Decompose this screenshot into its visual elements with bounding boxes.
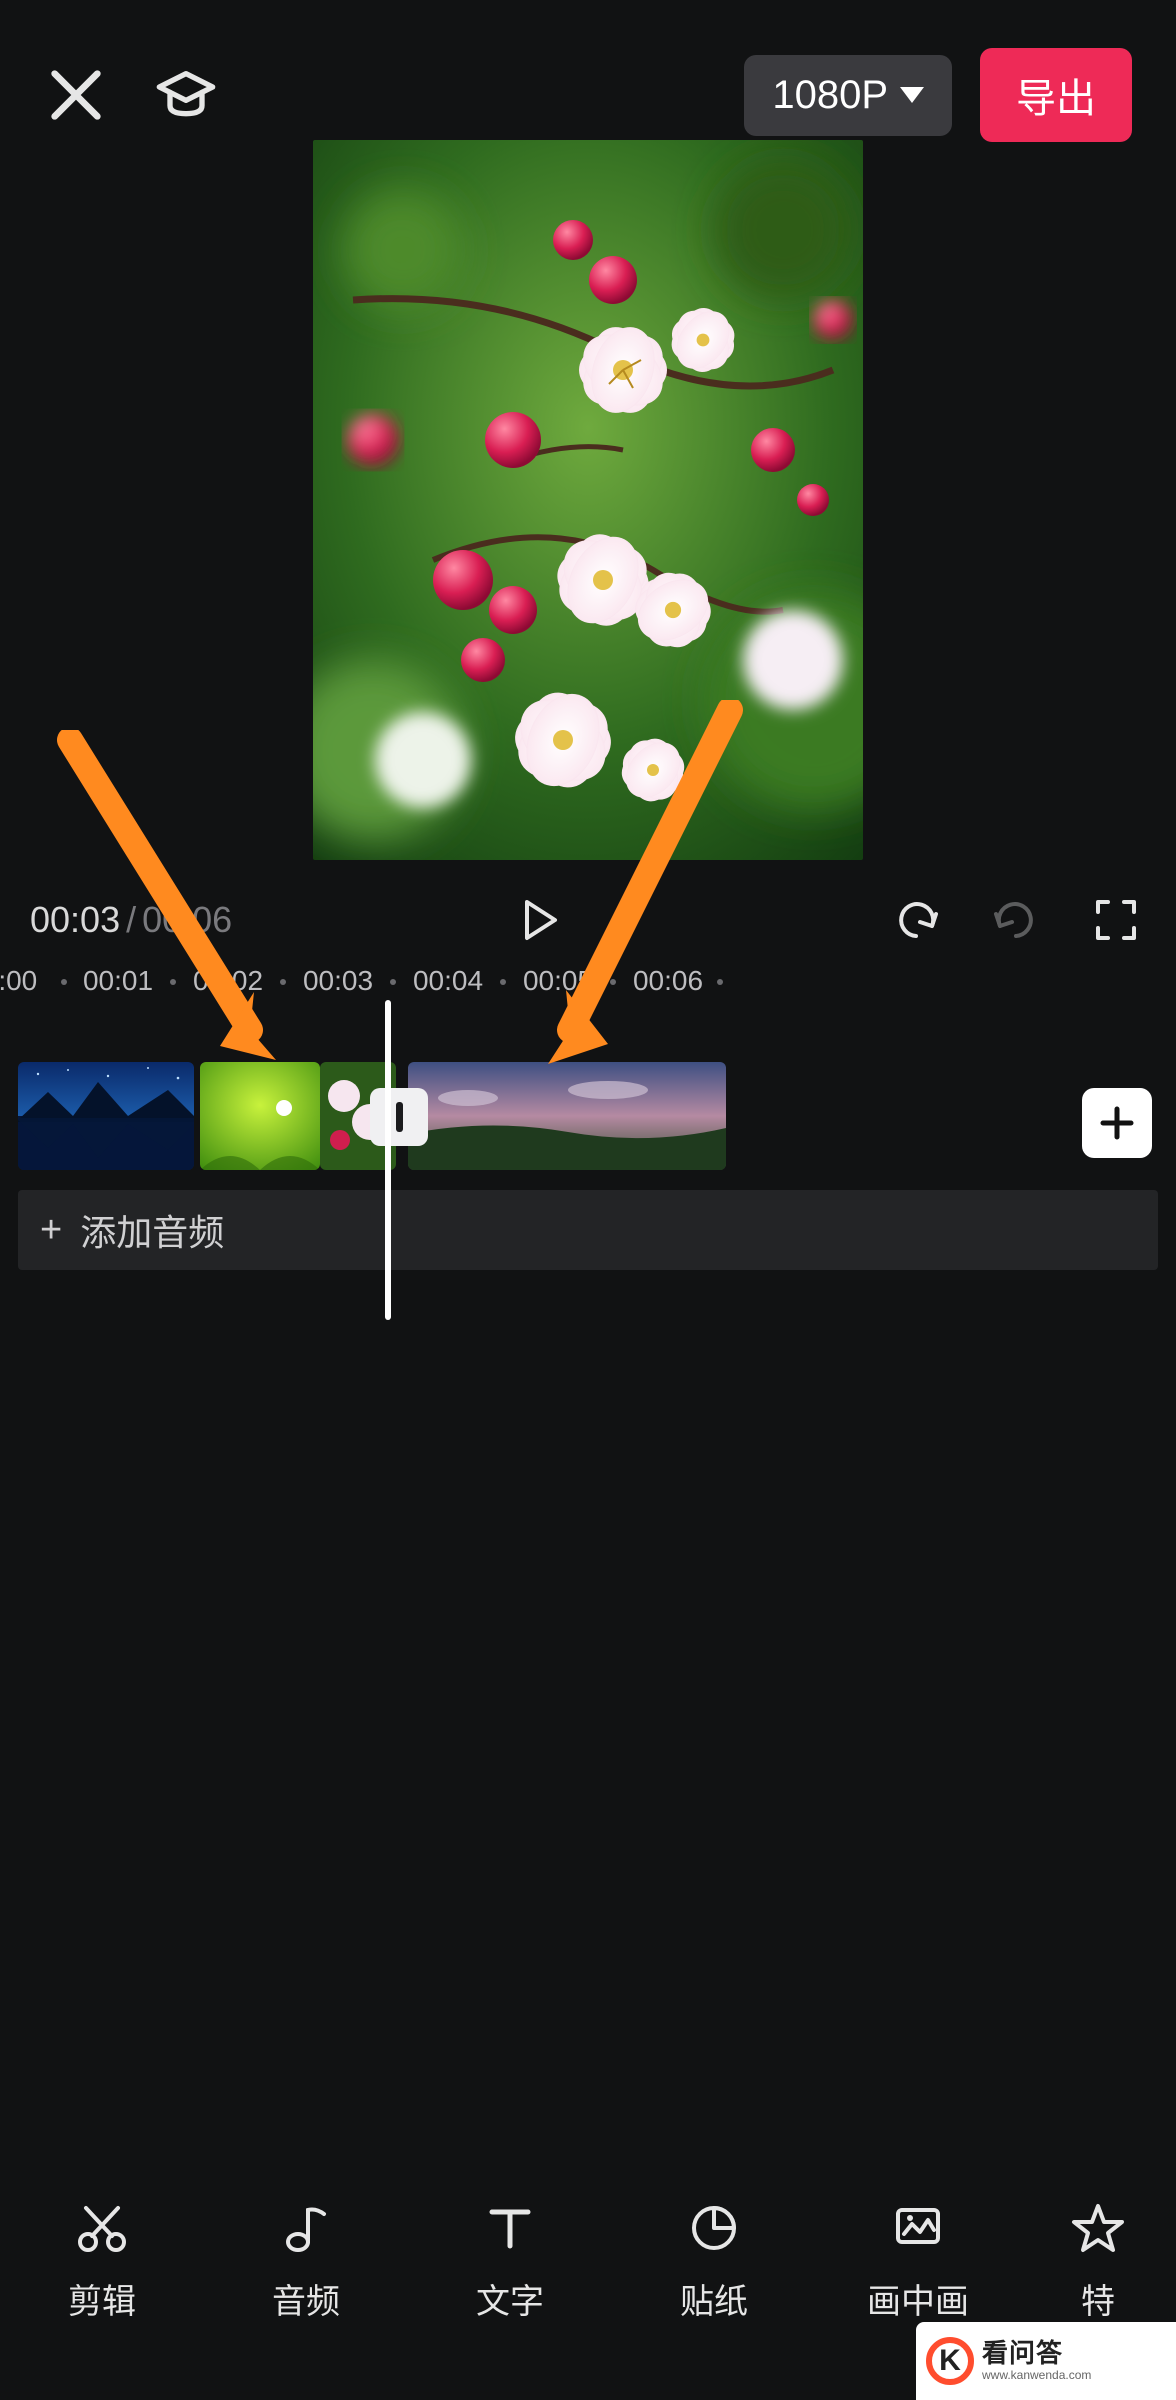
text-icon bbox=[482, 2200, 538, 2256]
tool-audio[interactable]: 音频 bbox=[204, 2200, 408, 2323]
close-button[interactable] bbox=[44, 63, 108, 127]
ruler-dot bbox=[170, 979, 176, 985]
pip-icon bbox=[890, 2200, 946, 2256]
ruler-dot bbox=[610, 979, 616, 985]
playhead[interactable] bbox=[385, 1000, 391, 1320]
export-label: 导出 bbox=[1016, 77, 1096, 121]
chevron-down-icon bbox=[900, 87, 924, 103]
watermark-title: 看问答 bbox=[982, 2340, 1091, 2366]
tutorial-button[interactable] bbox=[154, 63, 218, 127]
add-clip-button[interactable] bbox=[1082, 1088, 1152, 1158]
timeline[interactable] bbox=[0, 1062, 1176, 1182]
watermark-subtitle: www.kanwenda.com bbox=[982, 2368, 1091, 2382]
ruler-dot bbox=[500, 979, 506, 985]
add-audio-track[interactable]: + 添加音频 bbox=[18, 1190, 1158, 1270]
tool-effect-label: 特 bbox=[1081, 2274, 1115, 2323]
time-separator: / bbox=[126, 899, 136, 941]
ruler-tick: 00:06 bbox=[633, 965, 703, 997]
tool-text-label: 文字 bbox=[476, 2274, 544, 2323]
export-button[interactable]: 导出 bbox=[980, 48, 1132, 142]
tool-edit-label: 剪辑 bbox=[68, 2274, 136, 2323]
resolution-selector[interactable]: 1080P bbox=[744, 55, 952, 136]
tool-effect[interactable]: 特 bbox=[1020, 2200, 1176, 2323]
ruler-tick: 0:00 bbox=[0, 965, 37, 997]
plus-icon: + bbox=[40, 1211, 62, 1249]
transition-icon bbox=[396, 1102, 403, 1132]
ruler-tick: 00:02 bbox=[193, 965, 263, 997]
tool-sticker[interactable]: 贴纸 bbox=[612, 2200, 816, 2323]
tool-sticker-label: 贴纸 bbox=[680, 2274, 748, 2323]
tool-pip[interactable]: 画中画 bbox=[816, 2200, 1020, 2323]
close-icon bbox=[44, 63, 108, 127]
undo-icon bbox=[892, 896, 940, 944]
tool-edit[interactable]: 剪辑 bbox=[0, 2200, 204, 2323]
ruler-dot bbox=[280, 979, 286, 985]
sticker-icon bbox=[686, 2200, 742, 2256]
note-icon bbox=[278, 2200, 334, 2256]
watermark: K 看问答 www.kanwenda.com bbox=[916, 2322, 1176, 2400]
redo-icon bbox=[992, 896, 1040, 944]
resolution-label: 1080P bbox=[772, 73, 888, 118]
fullscreen-icon bbox=[1092, 896, 1140, 944]
ruler-dot bbox=[717, 979, 723, 985]
play-icon bbox=[515, 896, 563, 944]
tool-audio-label: 音频 bbox=[272, 2274, 340, 2323]
ruler-tick: 00:05 bbox=[523, 965, 593, 997]
watermark-logo-icon: K bbox=[926, 2337, 974, 2385]
timeline-ruler[interactable]: 0:00 00:01 00:02 00:03 00:04 00:05 00:06 bbox=[0, 965, 1176, 1011]
tool-text[interactable]: 文字 bbox=[408, 2200, 612, 2323]
transition-button[interactable] bbox=[370, 1088, 428, 1146]
scissors-icon bbox=[74, 2200, 130, 2256]
clip-2[interactable] bbox=[200, 1062, 320, 1170]
total-time: 00:06 bbox=[142, 899, 232, 941]
star-icon bbox=[1070, 2200, 1126, 2256]
ruler-dot bbox=[61, 979, 67, 985]
fullscreen-button[interactable] bbox=[1086, 890, 1146, 950]
ruler-tick: 00:03 bbox=[303, 965, 373, 997]
clip-1[interactable] bbox=[18, 1062, 194, 1170]
ruler-dot bbox=[390, 979, 396, 985]
redo-button[interactable] bbox=[986, 890, 1046, 950]
current-time: 00:03 bbox=[30, 899, 120, 941]
video-preview[interactable] bbox=[313, 140, 863, 860]
graduation-cap-icon bbox=[154, 63, 218, 127]
ruler-tick: 00:01 bbox=[83, 965, 153, 997]
plus-icon bbox=[1097, 1103, 1137, 1143]
play-button[interactable] bbox=[509, 890, 569, 950]
undo-button[interactable] bbox=[886, 890, 946, 950]
clip-4[interactable] bbox=[408, 1062, 726, 1170]
ruler-tick: 00:04 bbox=[413, 965, 483, 997]
add-audio-label: 添加音频 bbox=[80, 1204, 224, 1256]
tool-pip-label: 画中画 bbox=[867, 2274, 969, 2323]
